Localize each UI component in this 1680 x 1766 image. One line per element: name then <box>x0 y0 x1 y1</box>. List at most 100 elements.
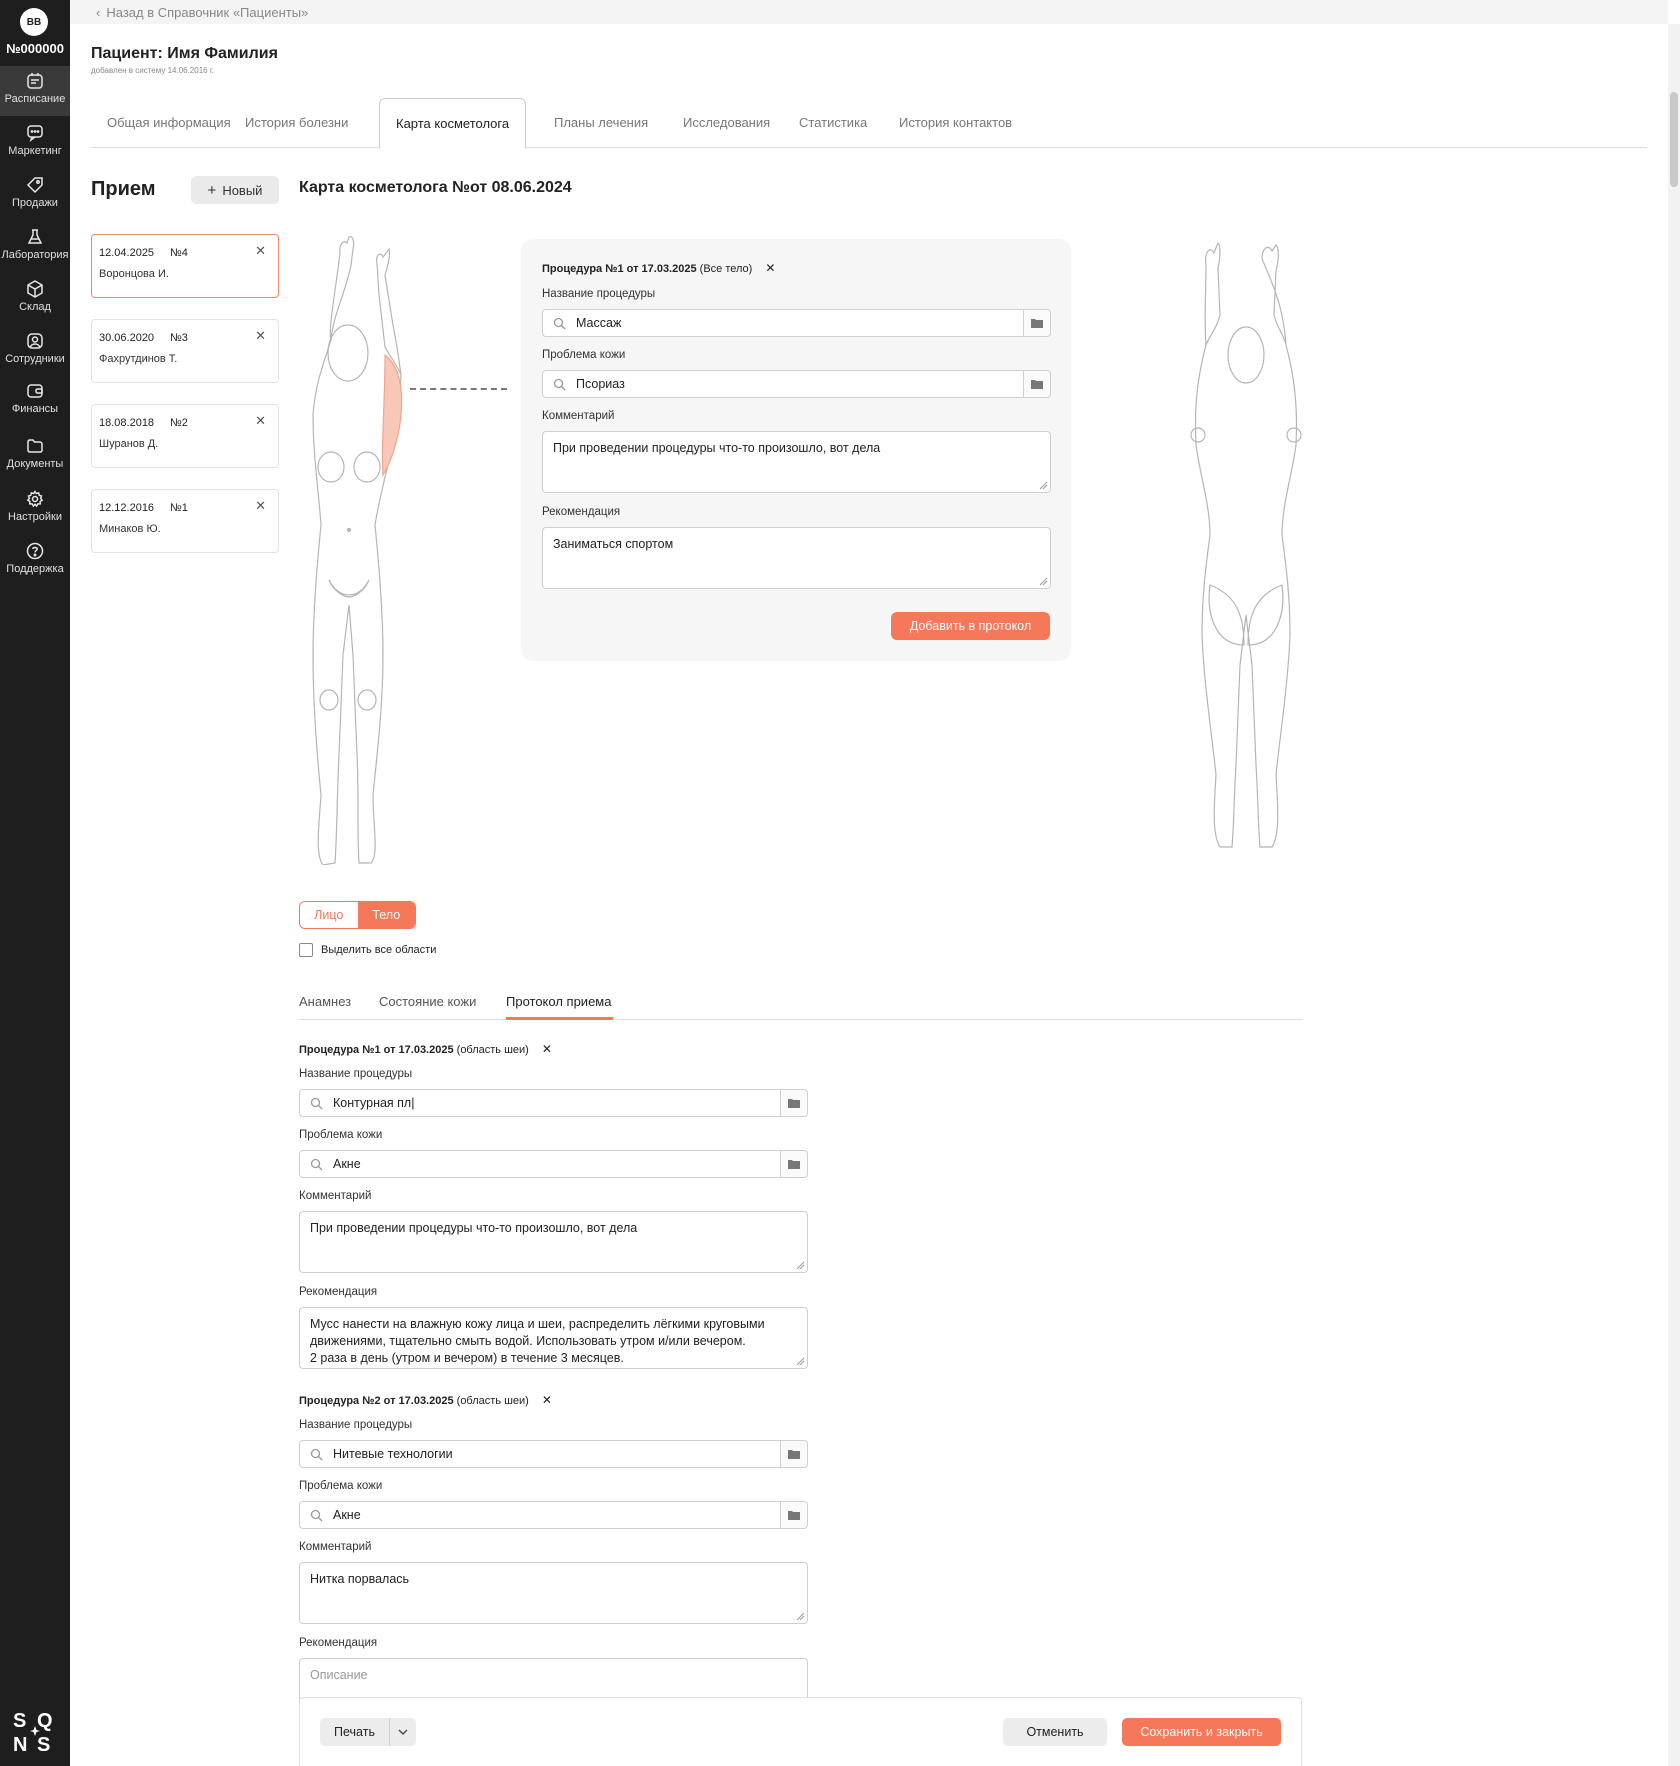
toggle-body[interactable]: Тело <box>357 902 415 928</box>
popup-procedure-heading: Процедура №1 от 17.03.2025 (Все тело) ✕ <box>542 261 775 275</box>
comment-textarea[interactable]: При проведении процедуры что-то произошл… <box>542 431 1051 493</box>
tab-protocol[interactable]: Протокол приема <box>506 994 611 1009</box>
highlighted-zone[interactable] <box>381 353 403 477</box>
avatar[interactable]: BB <box>20 8 48 36</box>
back-link[interactable]: ‹ Назад в Справочник «Пациенты» <box>96 5 308 20</box>
sidebar-item-lab[interactable]: Лаборатория <box>0 222 70 272</box>
body-outline[interactable] <box>1194 344 1298 848</box>
comment-textarea[interactable]: При проведении процедуры что-то произошл… <box>299 1211 808 1273</box>
sidebar-item-schedule[interactable]: Расписание <box>0 66 70 116</box>
chevron-down-icon[interactable] <box>390 1718 416 1746</box>
sidebar-item-sales[interactable]: Продажи <box>0 170 70 220</box>
left-hand-outline[interactable] <box>329 236 355 341</box>
visit-card[interactable]: 12.12.2016 №1 Минаков Ю. ✕ <box>91 489 279 553</box>
close-icon[interactable]: ✕ <box>542 1393 552 1407</box>
procedure-name-field[interactable]: Контурная пл| <box>299 1089 808 1117</box>
skin-problem-value: Акне <box>333 1157 361 1171</box>
left-elbow-outline[interactable] <box>1190 427 1206 443</box>
resize-grip-icon[interactable] <box>1038 576 1048 586</box>
tab-research[interactable]: Исследования <box>667 98 786 148</box>
print-label[interactable]: Печать <box>320 1718 390 1746</box>
clinic-number: №000000 <box>6 41 64 56</box>
tab-contact-history[interactable]: История контактов <box>883 98 1028 148</box>
folder-icon[interactable] <box>780 1090 807 1116</box>
search-icon <box>553 317 566 330</box>
visit-date: 12.12.2016 <box>99 502 155 514</box>
skin-problem-field[interactable]: Акне <box>299 1501 808 1529</box>
new-visit-button[interactable]: + Новый <box>191 176 279 204</box>
recommendation-textarea[interactable]: Заниматься спортом <box>542 527 1051 589</box>
print-button[interactable]: Печать <box>320 1718 416 1746</box>
resize-grip-icon[interactable] <box>795 1356 805 1366</box>
folder-icon[interactable] <box>1023 371 1050 397</box>
folder-icon[interactable] <box>780 1502 807 1528</box>
body-front-diagram[interactable] <box>295 235 455 865</box>
visit-card[interactable]: 18.08.2018 №2 Шуранов Д. ✕ <box>91 404 279 468</box>
pelvis-outline[interactable] <box>328 579 370 598</box>
scrollbar-thumb[interactable] <box>1670 92 1678 187</box>
gear-icon <box>26 490 44 508</box>
body-back-diagram[interactable] <box>1176 235 1316 855</box>
left-buttock-outline[interactable] <box>1208 584 1245 646</box>
folder-icon[interactable] <box>780 1151 807 1177</box>
checkbox[interactable] <box>299 943 313 957</box>
procedure-name-field[interactable]: Нитевые технологии <box>299 1440 808 1468</box>
sidebar-item-support[interactable]: Поддержка <box>0 536 70 586</box>
help-icon <box>26 542 44 560</box>
left-knee-outline[interactable] <box>319 689 339 711</box>
right-elbow-outline[interactable] <box>1286 427 1302 443</box>
sidebar-item-label: Склад <box>19 301 51 313</box>
visit-card[interactable]: 12.04.2025 №4 Воронцова И. ✕ <box>91 234 279 298</box>
head-outline[interactable] <box>1227 326 1265 384</box>
tab-cosmetologist-card[interactable]: Карта косметолога <box>379 98 527 149</box>
right-knee-outline[interactable] <box>357 689 377 711</box>
sidebar-item-warehouse[interactable]: Склад <box>0 274 70 324</box>
tab-anamnesis[interactable]: Анамнез <box>299 994 351 1009</box>
visit-card[interactable]: 30.06.2020 №3 Фахрутдинов Т. ✕ <box>91 319 279 383</box>
tab-medical-history[interactable]: История болезни <box>229 98 364 148</box>
close-icon[interactable]: ✕ <box>765 261 775 275</box>
sidebar-item-finance[interactable]: Финансы <box>0 376 70 426</box>
close-icon[interactable]: ✕ <box>255 328 266 344</box>
resize-grip-icon[interactable] <box>795 1260 805 1270</box>
right-breast-outline[interactable] <box>353 451 381 483</box>
left-breast-outline[interactable] <box>317 451 345 483</box>
zone-connector-line <box>410 388 507 390</box>
tab-general-info[interactable]: Общая информация <box>91 98 247 148</box>
right-hand-outline[interactable] <box>1261 244 1287 346</box>
procedure-name-field[interactable]: Массаж <box>542 309 1051 337</box>
right-hand-outline[interactable] <box>376 247 402 376</box>
folder-icon[interactable] <box>780 1441 807 1467</box>
sidebar-item-staff[interactable]: Сотрудники <box>0 326 70 376</box>
folder-icon[interactable] <box>1023 310 1050 336</box>
cancel-button[interactable]: Отменить <box>1003 1718 1107 1746</box>
skin-problem-field[interactable]: Псориаз <box>542 370 1051 398</box>
tab-statistics[interactable]: Статистика <box>783 98 883 148</box>
resize-grip-icon[interactable] <box>1038 480 1048 490</box>
close-icon[interactable]: ✕ <box>255 243 266 259</box>
close-icon[interactable]: ✕ <box>542 1042 552 1056</box>
tab-treatment-plans[interactable]: Планы лечения <box>538 98 664 148</box>
toggle-face[interactable]: Лицо <box>300 902 358 928</box>
scrollbar[interactable] <box>1668 24 1680 1766</box>
close-icon[interactable]: ✕ <box>255 413 266 429</box>
sidebar-item-settings[interactable]: Настройки <box>0 484 70 534</box>
procedure-title: Процедура №1 от 17.03.2025 <box>299 1044 454 1056</box>
recommendation-value: Заниматься спортом <box>553 537 674 551</box>
resize-grip-icon[interactable] <box>795 1611 805 1621</box>
face-body-toggle: Лицо Тело <box>299 901 416 929</box>
comment-textarea[interactable]: Нитка порвалась <box>299 1562 808 1624</box>
tab-skin-condition[interactable]: Состояние кожи <box>379 994 476 1009</box>
sidebar-item-documents[interactable]: Документы <box>0 431 70 481</box>
sidebar-item-marketing[interactable]: Маркетинг <box>0 118 70 168</box>
recommendation-textarea[interactable]: Мусс нанести на влажную кожу лица и шеи,… <box>299 1307 808 1369</box>
close-icon[interactable]: ✕ <box>255 498 266 514</box>
select-all-label: Выделить все области <box>321 944 437 956</box>
select-all-checkbox[interactable]: Выделить все области <box>299 943 436 957</box>
right-buttock-outline[interactable] <box>1247 584 1284 646</box>
skin-problem-field[interactable]: Акне <box>299 1150 808 1178</box>
left-hand-outline[interactable] <box>1204 242 1221 346</box>
save-and-close-button[interactable]: Сохранить и закрыть <box>1122 1718 1281 1746</box>
head-outline[interactable] <box>327 324 369 382</box>
add-to-protocol-button[interactable]: Добавить в протокол <box>891 612 1050 640</box>
